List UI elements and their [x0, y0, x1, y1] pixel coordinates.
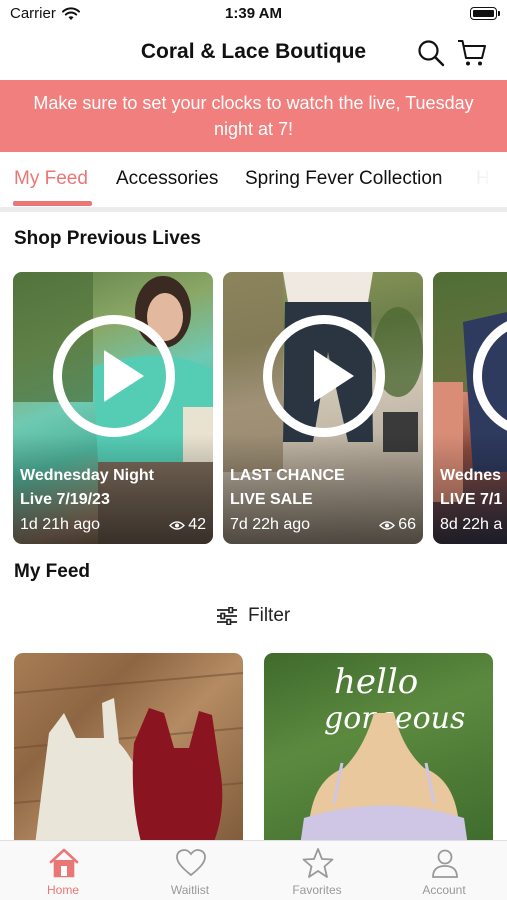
product-image: [14, 672, 243, 853]
filter-label: Filter: [248, 605, 291, 626]
app-header: Coral & Lace Boutique: [0, 28, 507, 80]
product-card[interactable]: [14, 653, 243, 853]
live-title-line1: LAST CHANCE: [230, 467, 345, 484]
tab-spring-fever-collection[interactable]: Spring Fever Collection: [245, 168, 442, 190]
active-tab-indicator: [13, 201, 92, 206]
live-time-ago: 1d 21h ago: [20, 516, 101, 533]
sliders-icon: [217, 607, 237, 625]
live-time-ago: 7d 22h ago: [230, 516, 311, 533]
star-icon: [302, 848, 334, 878]
nav-waitlist-label: Waitlist: [170, 883, 210, 897]
heart-icon: [176, 849, 206, 877]
live-views-count: 42: [188, 516, 206, 533]
live-title-line1: Wednesday Night: [20, 467, 154, 484]
category-tabs: My Feed Accessories Spring Fever Collect…: [0, 152, 507, 210]
status-bar: Carrier 1:39 AM: [0, 0, 507, 28]
status-time: 1:39 AM: [225, 5, 282, 22]
product-card[interactable]: hello gorgeous: [264, 653, 493, 853]
live-title-line2: LIVE SALE: [230, 491, 313, 508]
filter-button[interactable]: Filter: [216, 605, 290, 627]
live-card[interactable]: LAST CHANCE LIVE SALE 7d 22h ago 66: [223, 272, 423, 544]
live-card[interactable]: Wednes LIVE 7/1 8d 22h a: [433, 272, 507, 544]
home-icon: [49, 848, 79, 878]
nav-home[interactable]: Home: [0, 841, 126, 900]
tabs-divider: [0, 207, 507, 212]
live-title-line1: Wednes: [440, 467, 502, 484]
announcement-banner: Make sure to set your clocks to watch th…: [0, 80, 507, 152]
nav-waitlist[interactable]: Waitlist: [127, 841, 253, 900]
live-time-ago: 8d 22h a: [440, 516, 503, 533]
tab-my-feed[interactable]: My Feed: [14, 168, 88, 190]
tabs-fade-overlay: [437, 152, 507, 206]
app-screen: Carrier 1:39 AM Coral & Lace Boutique Ma…: [0, 0, 507, 900]
live-title: LAST CHANCE LIVE SALE: [230, 464, 420, 512]
live-title: Wednes LIVE 7/1: [440, 464, 507, 512]
svg-text:hello: hello: [334, 662, 418, 702]
tab-accessories[interactable]: Accessories: [116, 168, 218, 190]
live-views: 42: [169, 516, 206, 534]
product-image: hello gorgeous: [299, 662, 469, 853]
nav-favorites[interactable]: Favorites: [254, 841, 380, 900]
nav-account[interactable]: Account: [381, 841, 507, 900]
play-icon[interactable]: [53, 315, 175, 437]
live-views: 66: [379, 516, 416, 534]
bottom-tab-bar: Home Waitlist Favorites Account: [0, 840, 507, 900]
nav-account-label: Account: [422, 883, 466, 897]
person-icon: [432, 849, 458, 878]
search-icon[interactable]: [416, 38, 446, 68]
cart-icon[interactable]: [457, 38, 487, 68]
previous-lives-heading: Shop Previous Lives: [14, 228, 201, 249]
live-title: Wednesday Night Live 7/19/23: [20, 464, 210, 512]
play-icon[interactable]: [263, 315, 385, 437]
live-title-line2: Live 7/19/23: [20, 491, 110, 508]
eye-icon: [379, 520, 396, 530]
live-card[interactable]: Wednesday Night Live 7/19/23 1d 21h ago …: [13, 272, 213, 544]
banner-text: Make sure to set your clocks to watch th…: [33, 93, 474, 139]
nav-home-label: Home: [46, 883, 79, 897]
live-title-line2: LIVE 7/1: [440, 491, 503, 508]
battery-icon: [470, 7, 500, 20]
my-feed-heading: My Feed: [14, 561, 91, 582]
nav-favorites-label: Favorites: [292, 883, 342, 897]
eye-icon: [169, 520, 186, 530]
live-views-count: 66: [398, 516, 416, 533]
